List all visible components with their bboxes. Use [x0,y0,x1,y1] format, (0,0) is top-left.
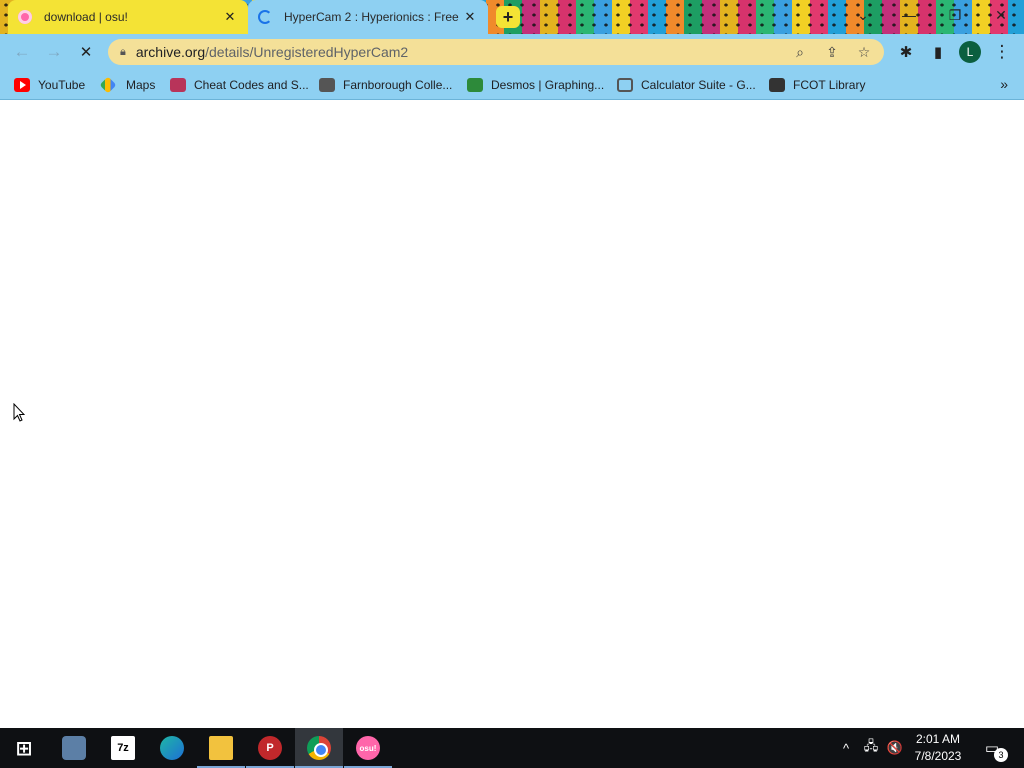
search-icon[interactable]: ⌕ [790,43,810,61]
taskbar-app-launcher[interactable] [50,728,98,768]
bookmarks-bar: YouTube Maps Cheat Codes and S... Farnbo… [0,70,1024,100]
menu-icon[interactable]: ⋮ [990,41,1014,63]
chrome-icon [307,736,331,760]
side-panel-icon[interactable]: ▮ [926,41,950,63]
mouse-cursor-icon [13,403,25,422]
notification-center-icon[interactable]: ▭ 3 [980,736,1008,762]
address-bar[interactable]: 🔒︎ archive.org/details/UnregisteredHyper… [108,39,884,65]
bookmark-star-icon[interactable]: ☆ [854,43,874,61]
forward-button[interactable]: → [40,38,68,66]
taskbar: ⊞ 7z P osu! ^ 🖧 🔇 2:01 AM 7/8/2023 ▭ 3 [0,728,1024,768]
back-button[interactable]: ← [8,38,36,66]
network-icon[interactable]: 🖧 [860,728,882,768]
bookmark-label: Maps [126,78,156,92]
osu-icon: osu! [356,736,380,760]
url-path: /details/UnregisteredHyperCam2 [205,44,409,60]
minimize-button[interactable]: — [886,0,932,30]
start-button[interactable]: ⊞ [0,728,48,768]
stop-loading-button[interactable]: ✕ [72,38,100,66]
url-text: archive.org/details/UnregisteredHyperCam… [136,44,408,60]
bookmark-label: Calculator Suite - G... [641,78,756,92]
bookmark-label: Desmos | Graphing... [491,78,605,92]
farnborough-icon [319,78,335,92]
more-bookmarks-icon[interactable]: » [1000,76,1008,92]
folder-icon [209,736,233,760]
tab-strip: download | osu! ✕ HyperCam 2 : Hyperioni… [0,0,1024,34]
clock-date: 7/8/2023 [914,749,962,763]
bookmark-label: YouTube [38,78,86,92]
close-window-button[interactable]: ✕ [978,0,1024,30]
bookmark-label: FCOT Library [793,78,866,92]
notification-count-badge: 3 [994,748,1008,762]
tab-search-icon[interactable]: ⌄ [840,0,886,30]
bookmark-label: Farnborough Colle... [343,78,453,92]
app-launcher-icon [62,736,86,760]
show-hidden-icons-chevron-icon[interactable]: ^ [836,728,856,768]
taskbar-7zip[interactable]: 7z [99,728,147,768]
taskbar-file-explorer[interactable] [197,728,245,768]
bookmark-label: Cheat Codes and S... [194,78,309,92]
maps-icon [99,76,117,94]
geogebra-icon [617,78,633,92]
youtube-icon [14,78,30,92]
desmos-icon [467,78,483,92]
tab-close-icon[interactable]: ✕ [222,9,238,25]
new-tab-button[interactable]: + [496,6,520,28]
share-icon[interactable]: ⇪ [822,43,842,61]
edge-icon [160,736,184,760]
bookmark-calculator-suite[interactable]: Calculator Suite - G... [617,76,756,94]
taskbar-edge[interactable] [148,728,196,768]
globe-icon [769,78,785,92]
bookmark-youtube[interactable]: YouTube [14,76,85,94]
profile-button[interactable]: L [958,41,982,63]
clock-time: 2:01 AM [915,732,961,746]
tab-hypercam[interactable]: HyperCam 2 : Hyperionics : Free ✕ [248,0,488,34]
7zip-icon: 7z [111,736,135,760]
bookmark-cheat-codes[interactable]: Cheat Codes and S... [170,76,309,94]
osu-icon [18,10,32,24]
cheat-codes-icon [170,78,186,92]
volume-muted-icon[interactable]: 🔇 [884,728,906,768]
restore-button[interactable]: ❐ [932,0,978,30]
taskbar-osu[interactable]: osu! [344,728,392,768]
tab-osu-download[interactable]: download | osu! ✕ [8,0,248,34]
tab-title: download | osu! [44,10,128,24]
avatar: L [959,41,981,63]
windows-icon: ⊞ [15,737,33,760]
taskbar-chrome[interactable] [295,728,343,768]
loading-spinner-icon [258,10,272,24]
bookmark-maps[interactable]: Maps [99,76,156,94]
extensions-icon[interactable]: ✱ [894,41,918,63]
bookmark-fcot-library[interactable]: FCOT Library [769,76,865,94]
lock-icon: 🔒︎ [120,45,126,58]
page-content [0,101,1024,728]
url-host: archive.org [135,44,206,60]
bookmark-farnborough[interactable]: Farnborough Colle... [319,76,452,94]
psiphon-icon: P [258,736,282,760]
taskbar-psiphon[interactable]: P [246,728,294,768]
browser-toolbar: ← → ✕ 🔒︎ archive.org/details/Unregistere… [0,34,1024,70]
tab-close-icon[interactable]: ✕ [462,9,478,25]
tab-title: HyperCam 2 : Hyperionics : Free [284,10,459,24]
bookmark-desmos[interactable]: Desmos | Graphing... [467,76,604,94]
taskbar-clock[interactable]: 2:01 AM 7/8/2023 [910,731,966,765]
